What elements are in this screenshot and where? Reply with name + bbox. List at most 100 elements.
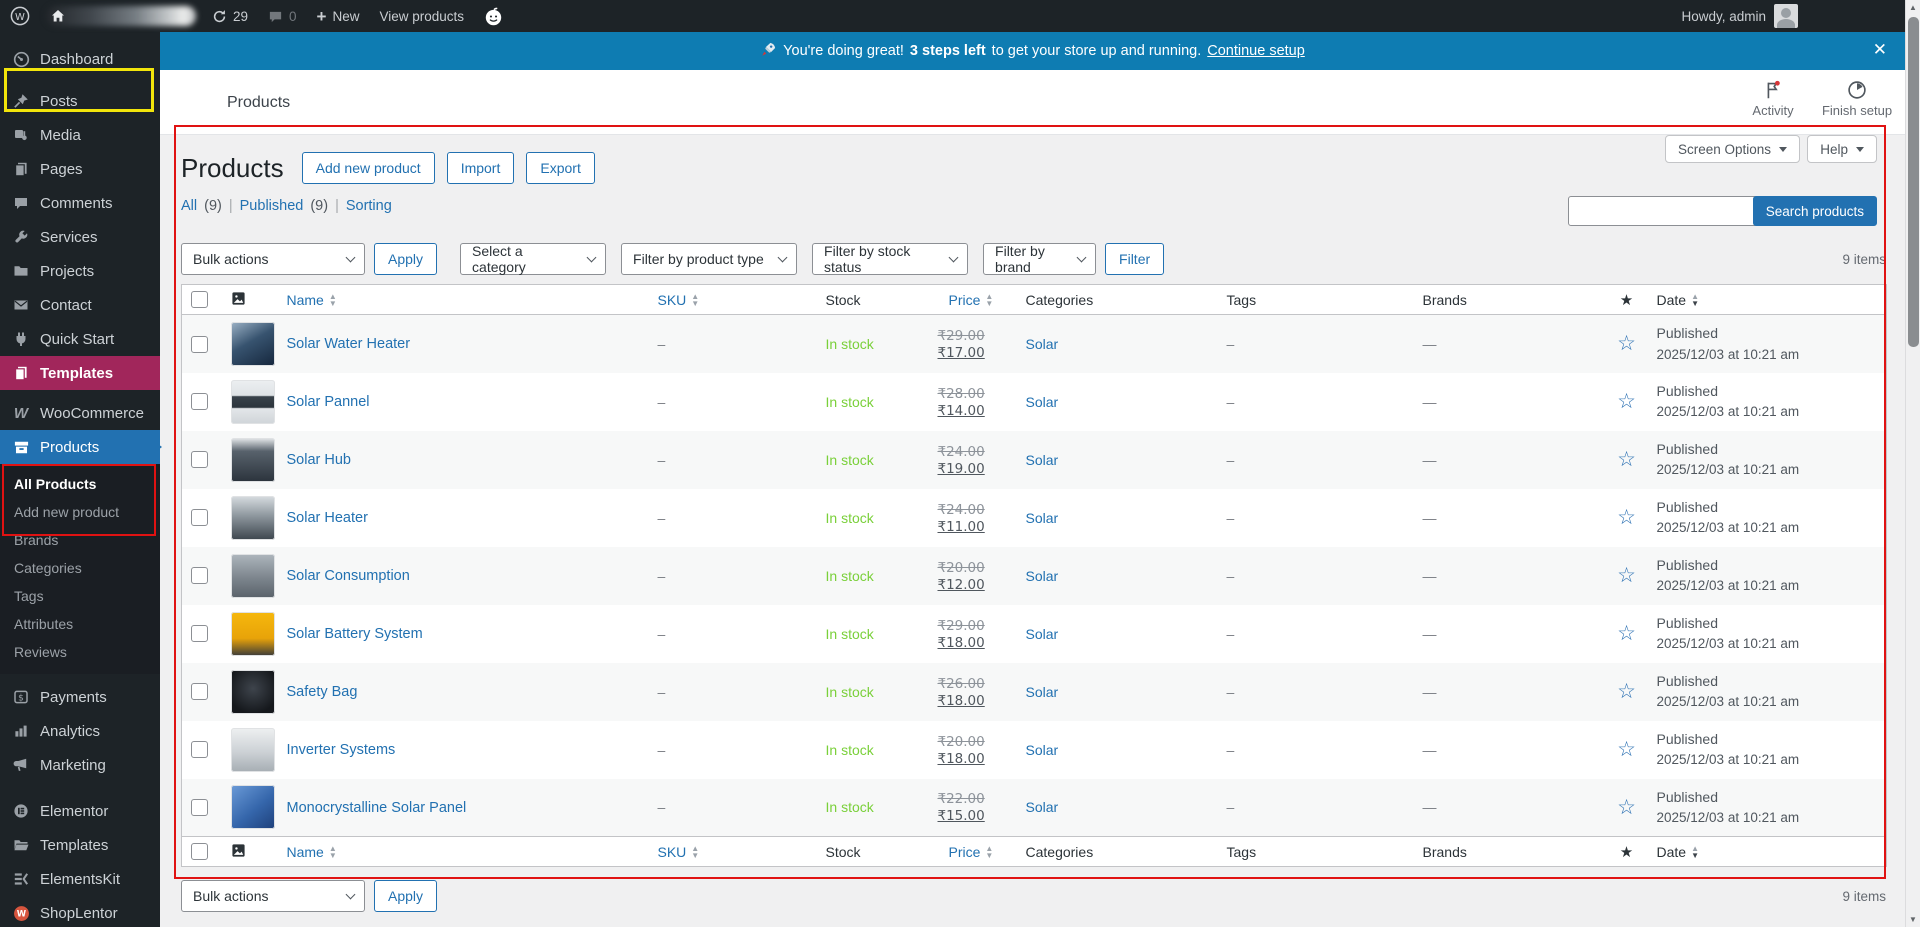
brand-filter-select[interactable]: Filter by brand bbox=[983, 243, 1097, 275]
select-all-checkbox[interactable] bbox=[191, 291, 208, 309]
product-name-link[interactable]: Solar Pannel bbox=[287, 394, 370, 410]
sidebar-item-elementor[interactable]: Elementor bbox=[0, 794, 160, 828]
category-link[interactable]: Solar bbox=[1026, 394, 1059, 410]
featured-star-icon[interactable]: ☆ bbox=[1617, 622, 1636, 645]
product-thumbnail[interactable] bbox=[230, 727, 275, 772]
add-new-product-button[interactable]: Add new product bbox=[301, 152, 435, 184]
featured-star-icon[interactable]: ☆ bbox=[1617, 332, 1636, 355]
category-link[interactable]: Solar bbox=[1026, 510, 1059, 526]
featured-star-icon[interactable]: ☆ bbox=[1617, 390, 1636, 413]
sort-by-price[interactable]: Price ▲ ▼ bbox=[949, 292, 994, 308]
activity-button[interactable]: Activity bbox=[1733, 79, 1813, 118]
product-name-link[interactable]: Safety Bag bbox=[287, 684, 358, 700]
category-link[interactable]: Solar bbox=[1026, 568, 1059, 584]
sort-by-name[interactable]: Name ▲ ▼ bbox=[287, 844, 337, 860]
row-checkbox[interactable] bbox=[191, 683, 208, 701]
submenu-reviews[interactable]: Reviews bbox=[0, 638, 160, 666]
scroll-up-icon[interactable]: ▲ bbox=[1909, 3, 1917, 12]
page-scrollbar[interactable]: ▲ ▼ bbox=[1905, 0, 1920, 927]
sidebar-item-shoplentor[interactable]: W ShopLentor bbox=[0, 896, 160, 927]
product-name-link[interactable]: Monocrystalline Solar Panel bbox=[287, 800, 467, 816]
sort-by-price[interactable]: Price ▲ ▼ bbox=[949, 844, 994, 860]
sidebar-item-products[interactable]: Products bbox=[0, 430, 162, 464]
product-thumbnail[interactable] bbox=[230, 553, 275, 598]
sidebar-item-quick-start[interactable]: Quick Start bbox=[0, 322, 160, 356]
view-products-link[interactable]: View products bbox=[370, 0, 475, 32]
submenu-add-new-product[interactable]: Add new product bbox=[0, 498, 160, 526]
row-checkbox[interactable] bbox=[191, 335, 208, 353]
sidebar-item-templates-2[interactable]: Templates bbox=[0, 828, 160, 862]
row-checkbox[interactable] bbox=[191, 741, 208, 759]
sidebar-item-woocommerce[interactable]: W WooCommerce bbox=[0, 396, 160, 430]
sidebar-item-analytics[interactable]: Analytics bbox=[0, 714, 160, 748]
stock-status-filter-select[interactable]: Filter by stock status bbox=[812, 243, 969, 275]
sidebar-item-dashboard[interactable]: Dashboard bbox=[0, 42, 160, 76]
sort-by-sku[interactable]: SKU ▲ ▼ bbox=[658, 844, 700, 860]
filter-button[interactable]: Filter bbox=[1105, 243, 1165, 275]
sidebar-item-pages[interactable]: Pages bbox=[0, 152, 160, 186]
comments-indicator[interactable]: 0 bbox=[258, 0, 307, 32]
scroll-down-icon[interactable]: ▼ bbox=[1909, 915, 1917, 924]
bulk-actions-select[interactable]: Bulk actions bbox=[181, 243, 365, 275]
product-thumbnail[interactable] bbox=[230, 321, 275, 366]
screen-options-tab[interactable]: Screen Options bbox=[1664, 135, 1800, 163]
featured-star-icon[interactable]: ☆ bbox=[1617, 738, 1636, 761]
export-button[interactable]: Export bbox=[526, 152, 595, 184]
finish-setup-button[interactable]: Finish setup bbox=[1817, 79, 1897, 118]
sidebar-item-services[interactable]: Services bbox=[0, 220, 160, 254]
import-button[interactable]: Import bbox=[446, 152, 515, 184]
sidebar-item-elementskit[interactable]: ElementsKit bbox=[0, 862, 160, 896]
product-name-link[interactable]: Inverter Systems bbox=[287, 742, 396, 758]
product-thumbnail[interactable] bbox=[230, 785, 275, 830]
close-icon[interactable]: ✕ bbox=[1873, 40, 1887, 60]
sidebar-item-marketing[interactable]: Marketing bbox=[0, 748, 160, 782]
updates-indicator[interactable]: 29 bbox=[202, 0, 258, 32]
scrollbar-thumb[interactable] bbox=[1908, 17, 1919, 347]
category-link[interactable]: Solar bbox=[1026, 626, 1059, 642]
product-name-link[interactable]: Solar Battery System bbox=[287, 626, 423, 642]
apply-button[interactable]: Apply bbox=[374, 243, 438, 275]
product-thumbnail[interactable] bbox=[230, 669, 275, 714]
sidebar-item-media[interactable]: Media bbox=[0, 118, 160, 152]
submenu-attributes[interactable]: Attributes bbox=[0, 610, 160, 638]
category-link[interactable]: Solar bbox=[1026, 742, 1059, 758]
product-type-filter-select[interactable]: Filter by product type bbox=[621, 243, 798, 275]
product-thumbnail[interactable] bbox=[230, 379, 275, 424]
product-name-link[interactable]: Solar Hub bbox=[287, 452, 351, 468]
featured-star-icon[interactable]: ☆ bbox=[1617, 506, 1636, 529]
row-checkbox[interactable] bbox=[191, 799, 208, 817]
category-link[interactable]: Solar bbox=[1026, 799, 1059, 815]
sort-by-date[interactable]: Date ▲ ▼ bbox=[1657, 844, 1700, 860]
row-checkbox[interactable] bbox=[191, 509, 208, 527]
sidebar-item-projects[interactable]: Projects bbox=[0, 254, 160, 288]
product-name-link[interactable]: Solar Water Heater bbox=[287, 336, 411, 352]
sidebar-item-payments[interactable]: $ Payments bbox=[0, 680, 160, 714]
sidebar-item-contact[interactable]: Contact bbox=[0, 288, 160, 322]
submenu-all-products[interactable]: All Products bbox=[0, 470, 160, 498]
featured-star-icon[interactable]: ☆ bbox=[1617, 796, 1636, 819]
sidebar-item-comments[interactable]: Comments bbox=[0, 186, 160, 220]
account-menu[interactable]: Howdy, admin bbox=[1681, 0, 1920, 32]
row-checkbox[interactable] bbox=[191, 451, 208, 469]
featured-star-icon[interactable]: ☆ bbox=[1617, 680, 1636, 703]
search-input[interactable] bbox=[1568, 196, 1758, 226]
product-name-link[interactable]: Solar Heater bbox=[287, 510, 368, 526]
row-checkbox[interactable] bbox=[191, 393, 208, 411]
help-tab[interactable]: Help bbox=[1807, 135, 1877, 163]
category-link[interactable]: Solar bbox=[1026, 452, 1059, 468]
product-thumbnail[interactable] bbox=[230, 495, 275, 540]
category-link[interactable]: Solar bbox=[1026, 336, 1059, 352]
bulk-actions-select-bottom[interactable]: Bulk actions bbox=[181, 880, 365, 912]
sort-by-date[interactable]: Date ▲ ▼ bbox=[1657, 292, 1700, 308]
apply-button-bottom[interactable]: Apply bbox=[374, 880, 438, 912]
category-filter-select[interactable]: Select a category bbox=[460, 243, 607, 275]
new-menu[interactable]: + New bbox=[307, 0, 370, 32]
site-name-redacted[interactable] bbox=[40, 0, 202, 32]
product-thumbnail[interactable] bbox=[230, 437, 275, 482]
smiley-icon[interactable] bbox=[474, 0, 513, 32]
view-all-link[interactable]: All bbox=[181, 198, 197, 214]
featured-star-icon[interactable]: ☆ bbox=[1617, 448, 1636, 471]
search-products-button[interactable]: Search products bbox=[1752, 196, 1877, 226]
submenu-tags[interactable]: Tags bbox=[0, 582, 160, 610]
row-checkbox[interactable] bbox=[191, 625, 208, 643]
